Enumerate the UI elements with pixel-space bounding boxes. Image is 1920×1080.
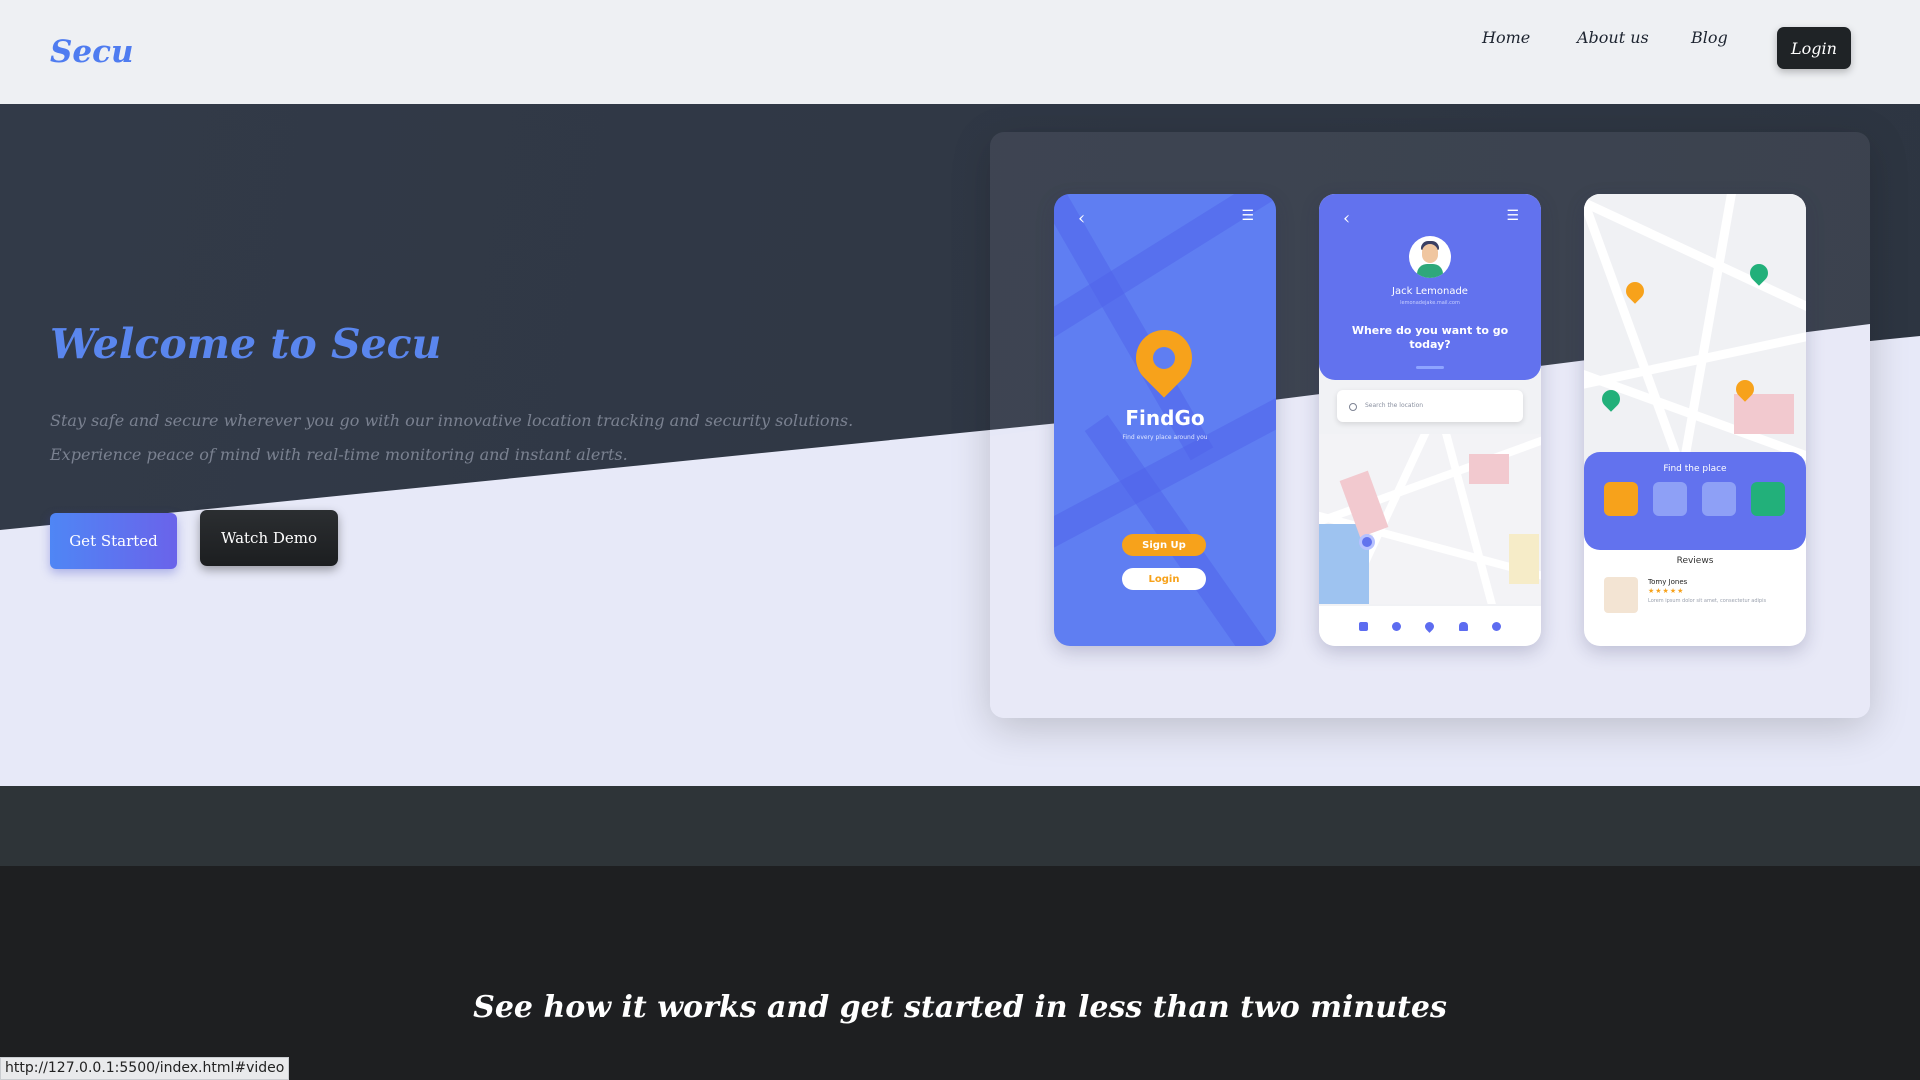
phone-mockup-search: ‹ ☰ Jack Lemonade lemonadejake.mail.com … — [1319, 194, 1541, 646]
menu-icon: ☰ — [1241, 208, 1254, 224]
cafe-category-icon — [1604, 482, 1638, 516]
video-section-heading: See how it works and get started in less… — [473, 990, 1447, 1025]
video-section — [0, 866, 1920, 1080]
menu-icon: ☰ — [1506, 208, 1519, 224]
app-preview-card: ‹ ☰ FindGo Find every place around you S… — [990, 132, 1870, 718]
reviewer-name: Tomy Jones — [1648, 578, 1688, 586]
review-text: Lorem ipsum dolor sit amet, consectetur … — [1648, 598, 1767, 604]
cinema-category-icon — [1653, 482, 1687, 516]
mock-search-field: Search the location — [1337, 390, 1523, 422]
gear-icon — [1491, 621, 1501, 631]
top-navbar: Secu Home About us Blog Login — [0, 0, 1920, 104]
user-name: Jack Lemonade — [1392, 286, 1468, 297]
home-icon — [1359, 621, 1369, 631]
find-place-title: Find the place — [1663, 464, 1727, 474]
review-stars: ★★★★★ — [1648, 587, 1685, 595]
browser-status-url: http://127.0.0.1:5500/index.html#video — [0, 1057, 290, 1080]
user-icon — [1392, 621, 1402, 631]
phone-mockup-welcome: ‹ ☰ FindGo Find every place around you S… — [1054, 194, 1276, 646]
car-category-icon — [1751, 482, 1785, 516]
building-category-icon — [1702, 482, 1736, 516]
app-tagline: Find every place around you — [1122, 434, 1208, 441]
back-chevron-icon: ‹ — [1078, 208, 1086, 229]
mock-bottom-nav — [1319, 606, 1541, 646]
map-area — [1584, 194, 1806, 464]
user-email: lemonadejake.mail.com — [1400, 300, 1460, 306]
pin-icon — [1423, 619, 1437, 633]
back-chevron-icon: ‹ — [1343, 208, 1351, 229]
map-block — [1509, 534, 1539, 584]
nav-link-blog[interactable]: Blog — [1691, 28, 1728, 47]
phone-mockup-places: Find the place Reviews Tomy Jones ★★★★★ … — [1584, 194, 1806, 646]
get-started-button[interactable]: Get Started — [50, 513, 177, 569]
search-icon — [1349, 403, 1357, 411]
hero-title: Welcome to Secu — [50, 320, 442, 368]
mock-login-button: Login — [1122, 568, 1206, 590]
app-name: FindGo — [1125, 406, 1205, 430]
map-area — [1319, 434, 1541, 604]
destination-question: Where do you want to go today? — [1351, 324, 1509, 351]
map-road — [1584, 194, 1685, 464]
avatar — [1409, 236, 1451, 278]
drag-handle — [1416, 366, 1444, 369]
avatar-face — [1422, 244, 1438, 263]
reviewer-avatar — [1604, 577, 1638, 613]
nav-link-home[interactable]: Home — [1482, 28, 1530, 47]
login-button[interactable]: Login — [1777, 27, 1851, 69]
mock-signup-button: Sign Up — [1122, 534, 1206, 556]
hero-section: Welcome to Secu Stay safe and secure whe… — [0, 104, 1920, 786]
watch-demo-button[interactable]: Watch Demo — [200, 510, 338, 566]
site-logo[interactable]: Secu — [50, 34, 134, 70]
section-divider-band — [0, 786, 1920, 866]
avatar-body — [1417, 264, 1443, 278]
reviews-title: Reviews — [1676, 556, 1714, 566]
bell-icon — [1458, 621, 1468, 631]
nav-link-about[interactable]: About us — [1577, 28, 1649, 47]
cafe-marker-icon — [1622, 278, 1648, 304]
hero-description: Stay safe and secure wherever you go wit… — [50, 411, 854, 464]
map-block — [1469, 454, 1509, 484]
current-location-dot — [1359, 534, 1375, 550]
